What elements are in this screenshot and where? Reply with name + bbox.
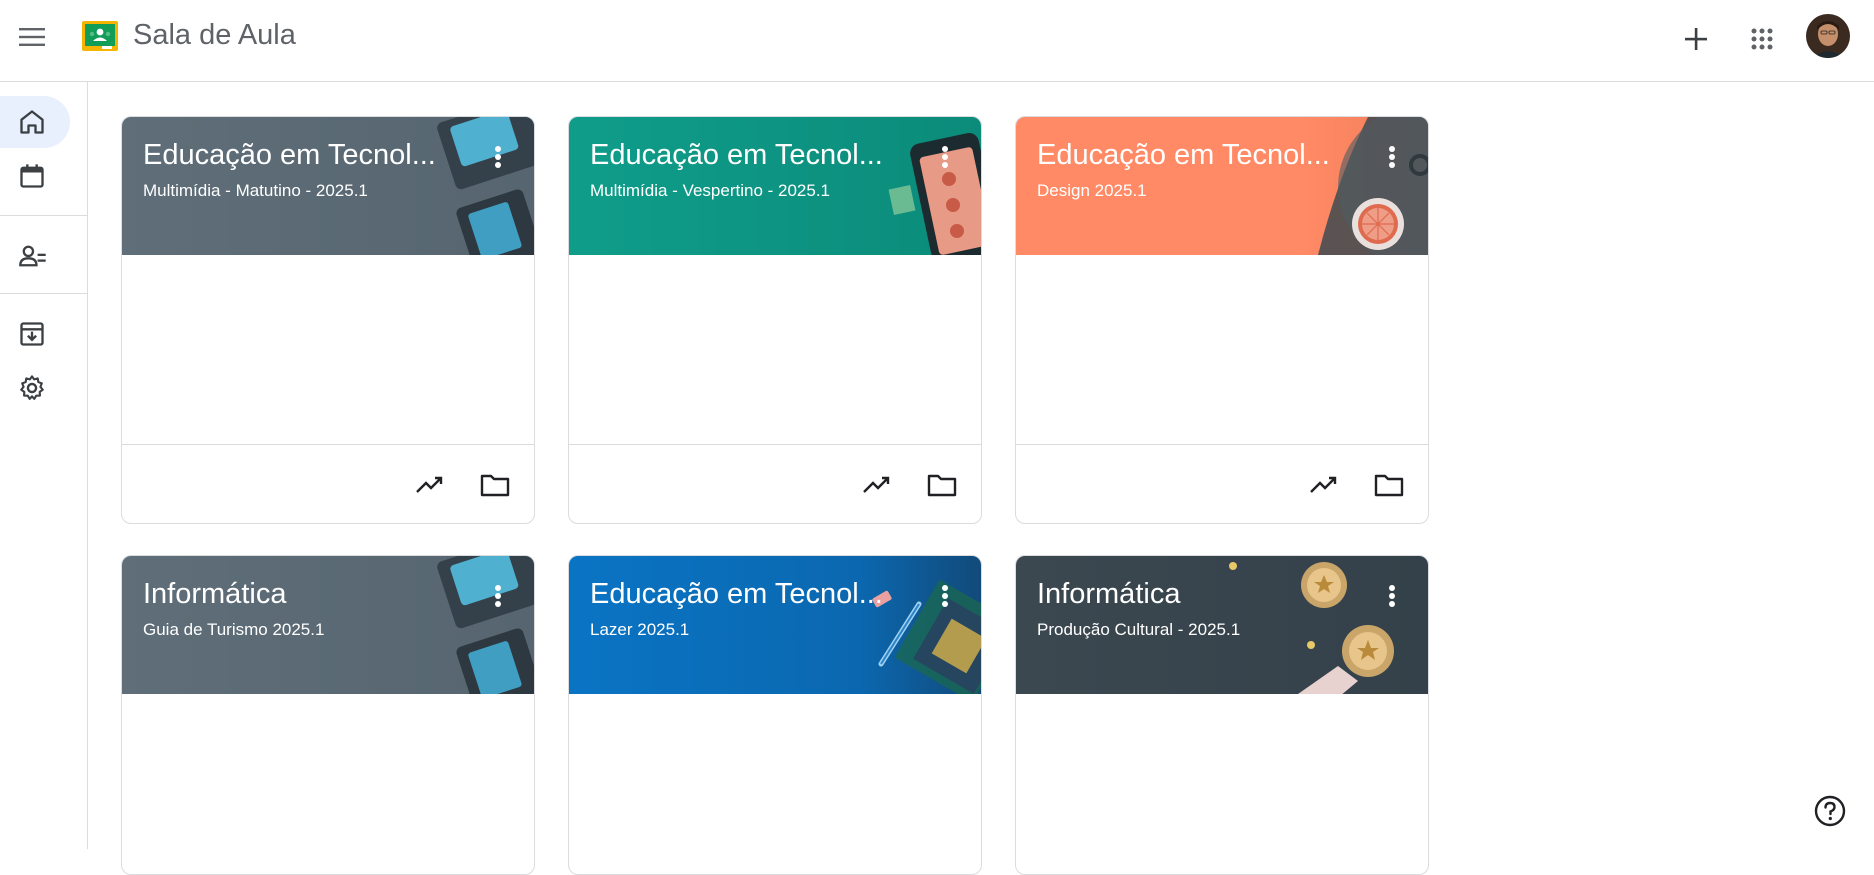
class-card-body [1016, 694, 1428, 874]
sidebar-divider [0, 215, 87, 216]
gear-icon [20, 375, 44, 400]
class-section: Multimídia - Vespertino - 2025.1 [590, 181, 831, 200]
class-title[interactable]: Educação em Tecnol... [590, 139, 900, 172]
class-banner-illustration [1318, 117, 1428, 255]
class-title[interactable]: Educação em Tecnol... [1037, 139, 1347, 172]
folder-icon[interactable] [477, 467, 513, 503]
sidebar-item-enrolled[interactable] [0, 230, 70, 282]
help-button[interactable] [1813, 794, 1847, 828]
app-title[interactable]: Sala de Aula [133, 19, 296, 52]
class-card-body [1016, 255, 1428, 445]
class-options-button[interactable] [933, 582, 957, 610]
trending-up-icon[interactable] [859, 467, 895, 503]
class-banner-illustration [872, 579, 981, 694]
class-options-button[interactable] [1380, 143, 1404, 171]
class-section: Lazer 2025.1 [590, 620, 690, 639]
class-card-body [122, 694, 534, 874]
class-card-header[interactable]: Informática Produção Cultural - 2025.1 [1016, 556, 1428, 694]
avatar[interactable] [1806, 14, 1850, 58]
folder-icon[interactable] [924, 467, 960, 503]
class-card-header[interactable]: Educação em Tecnol... Multimídia - Matut… [122, 117, 534, 255]
class-banner-illustration [437, 556, 534, 694]
sidebar-item-calendar[interactable] [0, 150, 70, 202]
class-options-button[interactable] [486, 582, 510, 610]
sidebar-item-archived[interactable] [0, 308, 70, 360]
class-banner-illustration [888, 133, 981, 255]
calendar-icon [20, 164, 44, 188]
folder-icon[interactable] [1371, 467, 1407, 503]
trending-up-icon[interactable] [1306, 467, 1342, 503]
class-card-header[interactable]: Educação em Tecnol... Lazer 2025.1 [569, 556, 981, 694]
class-card-footer [122, 445, 534, 523]
class-title[interactable]: Informática [143, 578, 453, 611]
class-card[interactable]: Educação em Tecnol... Lazer 2025.1 [568, 555, 982, 875]
help-icon [1814, 795, 1846, 827]
class-card[interactable]: Educação em Tecnol... Multimídia - Matut… [121, 116, 535, 524]
class-title[interactable]: Educação em Tecnol... [590, 578, 900, 611]
class-card-body [122, 255, 534, 445]
class-options-button[interactable] [933, 143, 957, 171]
hamburger-menu-icon [19, 28, 45, 46]
class-options-button[interactable] [486, 143, 510, 171]
class-card-footer [569, 445, 981, 523]
class-card[interactable]: Educação em Tecnol... Design 2025.1 [1015, 116, 1429, 524]
sidebar-divider [0, 293, 87, 294]
class-card-header[interactable]: Educação em Tecnol... Multimídia - Vespe… [569, 117, 981, 255]
class-section: Produção Cultural - 2025.1 [1037, 620, 1241, 639]
plus-icon [1685, 28, 1707, 50]
class-section: Multimídia - Matutino - 2025.1 [143, 181, 368, 200]
apps-grid-icon [1751, 28, 1773, 50]
class-card[interactable]: Informática Guia de Turismo 2025.1 [121, 555, 535, 875]
top-bar: Sala de Aula [0, 0, 1874, 82]
trending-up-icon[interactable] [412, 467, 448, 503]
sidebar-item-settings[interactable] [0, 362, 70, 414]
class-card[interactable]: Educação em Tecnol... Multimídia - Vespe… [568, 116, 982, 524]
main-menu-button[interactable] [12, 17, 52, 57]
google-apps-button[interactable] [1740, 17, 1784, 61]
class-card-header[interactable]: Educação em Tecnol... Design 2025.1 [1016, 117, 1428, 255]
people-icon [19, 245, 46, 267]
class-section: Design 2025.1 [1037, 181, 1147, 200]
class-title[interactable]: Informática [1037, 578, 1347, 611]
classroom-logo[interactable] [82, 21, 118, 51]
class-card[interactable]: Informática Produção Cultural - 2025.1 [1015, 555, 1429, 875]
class-banner-illustration [437, 117, 534, 255]
create-or-join-class-button[interactable] [1674, 17, 1718, 61]
home-icon [20, 110, 44, 134]
class-card-header[interactable]: Informática Guia de Turismo 2025.1 [122, 556, 534, 694]
class-card-footer [1016, 445, 1428, 523]
class-title[interactable]: Educação em Tecnol... [143, 139, 453, 172]
class-card-body [569, 255, 981, 445]
sidebar-item-home[interactable] [0, 96, 70, 148]
class-options-button[interactable] [1380, 582, 1404, 610]
class-banner-illustration [1229, 562, 1394, 694]
archive-icon [20, 322, 44, 346]
sidebar [0, 82, 88, 849]
class-card-body [569, 694, 981, 874]
class-section: Guia de Turismo 2025.1 [143, 620, 325, 639]
